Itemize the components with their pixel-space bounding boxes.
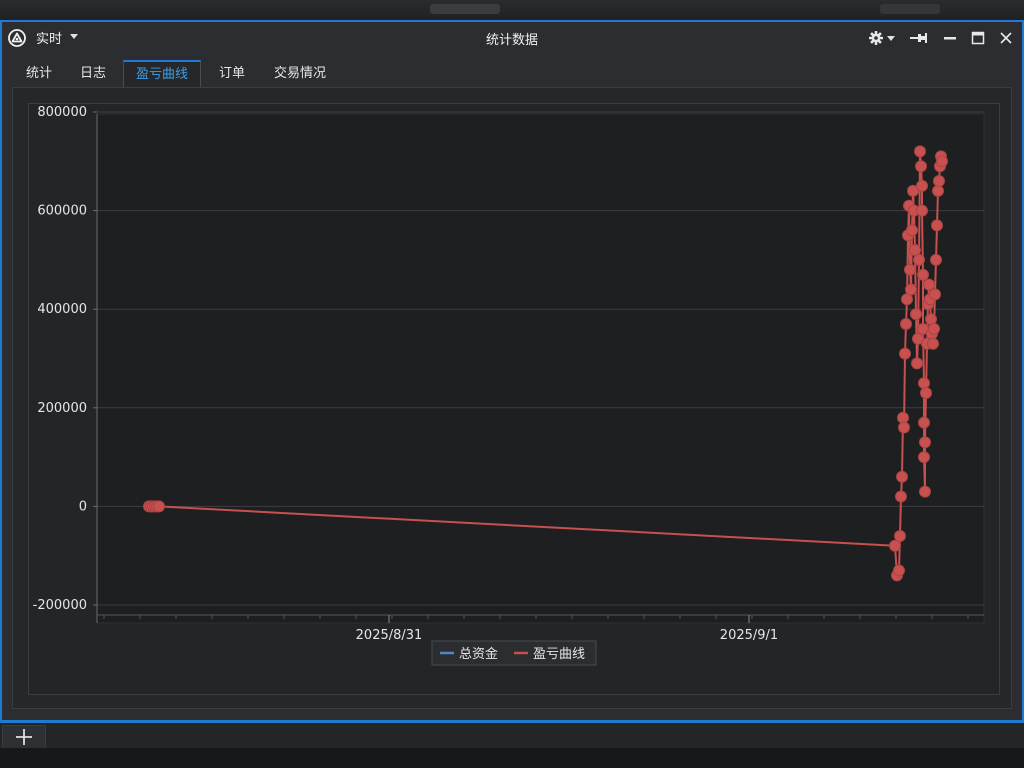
chevron-down-icon[interactable] (70, 34, 78, 39)
pnl-data-point (916, 179, 928, 192)
pnl-data-point (915, 160, 927, 173)
minimize-icon (944, 37, 956, 40)
y-tick-label: 0 (79, 499, 87, 514)
tab-pnl-curve[interactable]: 盈亏曲线 (123, 60, 202, 88)
close-icon (1000, 32, 1012, 44)
pnl-data-point (918, 377, 930, 390)
pnl-data-point (909, 244, 921, 256)
pnl-data-point (904, 263, 916, 276)
pnl-data-point (889, 539, 901, 552)
blurred-tab (880, 4, 940, 14)
pnl-data-point (920, 387, 932, 399)
gear-icon (869, 31, 895, 45)
desktop-bottom-strip (0, 748, 1024, 768)
pnl-data-point (913, 253, 925, 266)
pnl-data-point (896, 470, 908, 483)
pnl-data-point (919, 436, 931, 449)
desktop-top-strip (0, 0, 1024, 20)
x-tick-label: 2025/8/31 (356, 628, 423, 643)
pnl-data-point (899, 347, 911, 360)
maximize-icon (971, 31, 985, 45)
plot-area (96, 113, 985, 624)
pnl-data-point (931, 219, 943, 232)
pnl-data-point (932, 184, 944, 197)
pnl-data-point (917, 268, 929, 281)
tab-log[interactable]: 日志 (68, 60, 118, 88)
pnl-data-point (918, 416, 930, 429)
stats-window: 实时 统计数据 统计 日志 盈亏曲线 订单 交易情况 800000 600000… (0, 20, 1024, 720)
pnl-data-point (894, 530, 906, 542)
pnl-data-point (910, 308, 922, 321)
pnl-data-point (923, 278, 935, 291)
pnl-data-point (895, 490, 907, 503)
tab-trades[interactable]: 交易情况 (262, 60, 338, 88)
pnl-data-point (914, 145, 926, 158)
pnl-data-point (928, 322, 940, 335)
pnl-data-point (930, 253, 942, 266)
y-tick-label: 600000 (37, 204, 87, 219)
pnl-data-point (919, 485, 931, 498)
pin-icon (910, 33, 927, 43)
minimize-button[interactable] (940, 28, 960, 48)
pnl-data-point (927, 337, 939, 350)
tab-stats[interactable]: 统计 (14, 60, 64, 88)
tab-bar: 统计 日志 盈亏曲线 订单 交易情况 (2, 60, 1022, 88)
pnl-data-point (933, 175, 945, 187)
plus-icon (16, 729, 32, 745)
close-button[interactable] (996, 28, 1016, 48)
x-tick-label: 2025/9/1 (720, 628, 778, 643)
pnl-data-point (936, 155, 948, 168)
pnl-data-point (911, 357, 923, 370)
chart-frame: 800000 600000 400000 200000 0 -200000 2025/8/3… (28, 103, 1000, 695)
blurred-tab (430, 4, 500, 14)
pin-button[interactable] (906, 28, 930, 48)
add-window-button[interactable] (2, 725, 46, 749)
app-logo-icon[interactable] (8, 29, 26, 47)
pnl-data-point (893, 564, 905, 577)
pnl-data-point (898, 421, 910, 434)
y-tick-label: 200000 (37, 401, 87, 416)
maximize-button[interactable] (968, 28, 988, 48)
settings-button[interactable] (866, 28, 898, 48)
pnl-data-point (906, 224, 918, 237)
pnl-data-point (916, 204, 928, 217)
mode-dropdown-label[interactable]: 实时 (36, 28, 62, 47)
title-bar[interactable]: 实时 统计数据 (2, 22, 1022, 54)
pnl-data-point (918, 451, 930, 464)
y-tick-label: 400000 (37, 302, 87, 317)
pnl-data-point (900, 318, 912, 330)
legend-label-pnl: 盈亏曲线 (533, 647, 585, 662)
bottom-bar (0, 720, 1024, 749)
pnl-data-point (153, 500, 165, 513)
y-tick-label: -200000 (33, 598, 87, 613)
pnl-data-point (897, 411, 909, 424)
legend-label-total: 总资金 (459, 646, 498, 662)
chart-panel: 800000 600000 400000 200000 0 -200000 2025/8/3… (12, 87, 1012, 709)
pnl-chart[interactable]: 800000 600000 400000 200000 0 -200000 2025/8/3… (29, 104, 1001, 696)
pnl-data-point (929, 288, 941, 301)
tab-orders[interactable]: 订单 (207, 60, 257, 88)
pnl-data-point (905, 283, 917, 296)
pnl-data-point (925, 313, 937, 326)
y-tick-label: 800000 (37, 105, 87, 120)
